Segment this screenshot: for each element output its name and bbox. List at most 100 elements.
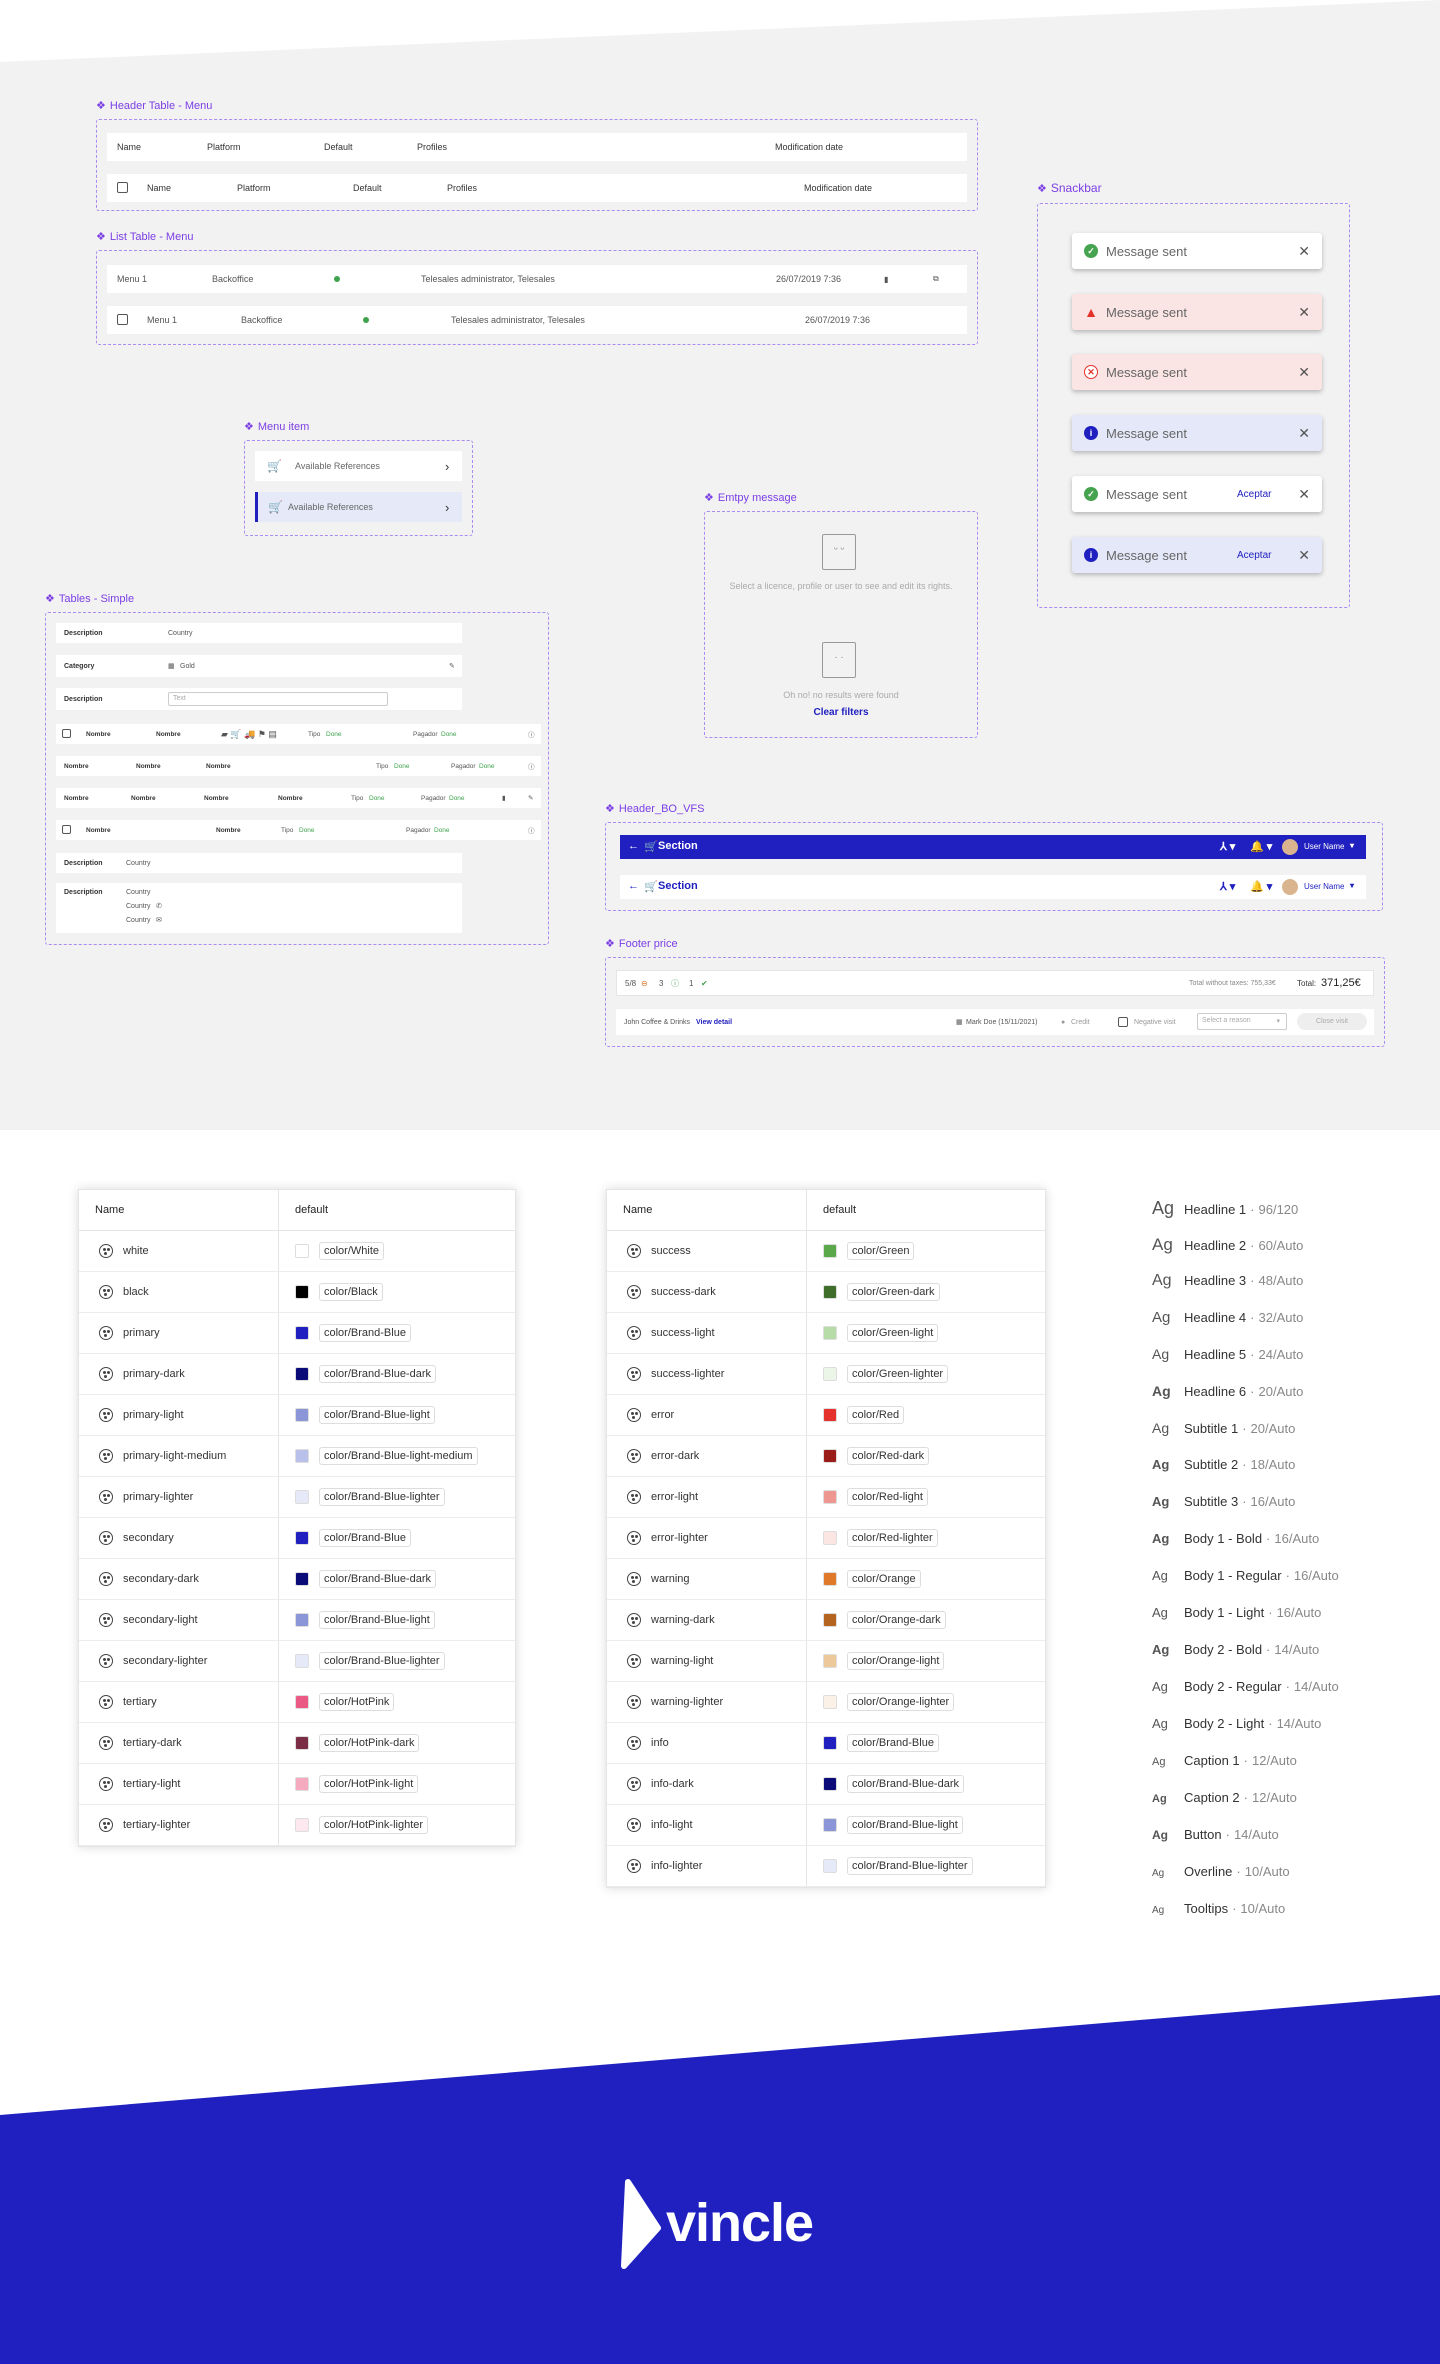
edit-icon[interactable]: ✎ bbox=[449, 662, 455, 670]
info-icon[interactable]: ⓘ bbox=[528, 761, 535, 771]
color-name-cell: tertiary-light bbox=[79, 1764, 279, 1804]
color-row: primary-lighter color/Brand-Blue-lighter bbox=[79, 1477, 515, 1518]
simple-row-icons[interactable]: Nombre Nombre ▰ 🛒 🚚 ⚑ ▤ Tipo Done Pagado… bbox=[56, 724, 541, 744]
chevron-down-icon[interactable]: ▾ bbox=[1350, 841, 1354, 850]
close-icon[interactable]: ✕ bbox=[1298, 304, 1310, 321]
color-swatch bbox=[823, 1777, 837, 1791]
accept-button[interactable]: Aceptar bbox=[1237, 489, 1271, 500]
color-token-cell: color/White bbox=[279, 1231, 385, 1271]
total-label: Total: bbox=[1297, 978, 1317, 988]
trash-icon[interactable]: ▮ bbox=[884, 275, 888, 284]
user-name[interactable]: User Name bbox=[1304, 842, 1344, 851]
trash-icon[interactable]: ▮ bbox=[502, 794, 506, 802]
simple-row-nombres[interactable]: Nombre Nombre Nombre Tipo Done Pagador D… bbox=[56, 756, 541, 776]
calendar-icon: ▦ bbox=[956, 1019, 963, 1026]
color-name-cell: white bbox=[79, 1231, 279, 1271]
orange-minus-icon: ⊖ bbox=[641, 978, 648, 988]
avatar[interactable] bbox=[1282, 839, 1298, 855]
separator: · bbox=[1242, 1421, 1247, 1436]
color-name-cell: info-dark bbox=[607, 1764, 807, 1804]
color-name: black bbox=[123, 1286, 149, 1298]
close-visit-button[interactable]: Close visit bbox=[1297, 1013, 1367, 1030]
branch-icon[interactable]: ⅄ ▾ bbox=[1220, 880, 1235, 893]
color-token-cell: color/Green bbox=[807, 1231, 915, 1271]
row-checkbox[interactable] bbox=[117, 314, 128, 325]
snackbar-info: i Message sent ✕ bbox=[1072, 415, 1322, 451]
color-swatch bbox=[295, 1695, 309, 1709]
view-detail-link[interactable]: View detail bbox=[696, 1019, 732, 1026]
reason-select[interactable]: Select a reason ▾ bbox=[1197, 1013, 1287, 1030]
reason-select-placeholder: Select a reason bbox=[1202, 1017, 1251, 1024]
close-icon[interactable]: ✕ bbox=[1298, 547, 1310, 564]
color-token: color/Orange bbox=[847, 1570, 921, 1588]
col-default: Default bbox=[353, 183, 382, 193]
col-pagador: Pagador bbox=[421, 794, 446, 802]
select-all-checkbox[interactable] bbox=[117, 182, 128, 193]
color-token: color/Green-dark bbox=[847, 1283, 940, 1301]
separator: · bbox=[1250, 1384, 1255, 1399]
color-name: primary-light-medium bbox=[123, 1450, 227, 1462]
row-name: Menu 1 bbox=[117, 274, 148, 284]
avatar[interactable] bbox=[1282, 879, 1298, 895]
bell-icon[interactable]: 🔔 ▾ bbox=[1250, 880, 1272, 893]
user-name[interactable]: User Name bbox=[1304, 882, 1344, 891]
close-icon[interactable]: ✕ bbox=[1298, 425, 1310, 442]
edit-icon[interactable]: ✎ bbox=[528, 794, 533, 802]
type-style-size: 10/Auto bbox=[1240, 1901, 1286, 1916]
color-name: primary-dark bbox=[123, 1368, 185, 1380]
simple-row-checkbox[interactable]: Nombre Nombre Tipo Done Pagador Done ⓘ bbox=[56, 820, 541, 840]
colors-table-header: Name default bbox=[607, 1190, 1045, 1231]
accept-button[interactable]: Aceptar bbox=[1237, 550, 1271, 561]
tables-simple-frame: Description Country Category ▦ Gold ✎ De… bbox=[45, 612, 549, 945]
color-name-cell: warning-lighter bbox=[607, 1682, 807, 1722]
color-swatch bbox=[823, 1859, 837, 1873]
palette-icon bbox=[99, 1613, 113, 1627]
info-icon[interactable]: ⓘ bbox=[528, 825, 535, 835]
list-table-row-checkbox[interactable]: Menu 1 Backoffice Telesales administrato… bbox=[107, 306, 967, 334]
footer-visit-row: John Coffee & Drinks View detail ▦ Mark … bbox=[616, 1009, 1374, 1035]
chevron-down-icon[interactable]: ▾ bbox=[1350, 881, 1354, 890]
empty-text-no-results: Oh no! no results were found bbox=[783, 690, 899, 700]
type-style-size: 16/Auto bbox=[1250, 1494, 1296, 1509]
close-icon[interactable]: ✕ bbox=[1298, 486, 1310, 503]
color-name-cell: warning-dark bbox=[607, 1600, 807, 1640]
type-style-row: Ag Caption 1 · 12/Auto bbox=[1152, 1753, 1297, 1768]
info-icon[interactable]: ⓘ bbox=[528, 729, 535, 739]
bell-icon[interactable]: 🔔 ▾ bbox=[1250, 840, 1272, 853]
simple-row-actions[interactable]: Nombre Nombre Nombre Nombre Tipo Done Pa… bbox=[56, 788, 541, 808]
close-icon[interactable]: ✕ bbox=[1298, 364, 1310, 381]
color-name-cell: success-light bbox=[607, 1313, 807, 1353]
separator: · bbox=[1236, 1864, 1241, 1879]
type-style-row: Ag Tooltips · 10/Auto bbox=[1152, 1901, 1285, 1916]
type-style-name: Body 1 - Light bbox=[1184, 1605, 1265, 1620]
branch-icon[interactable]: ⅄ ▾ bbox=[1220, 840, 1235, 853]
color-swatch bbox=[295, 1326, 309, 1340]
color-token: color/Brand-Blue-dark bbox=[319, 1365, 436, 1383]
copy-icon[interactable]: ⧉ bbox=[933, 274, 939, 284]
back-arrow-icon[interactable]: ← bbox=[628, 880, 639, 892]
col-name: Name bbox=[117, 142, 142, 152]
color-token-cell: color/Black bbox=[279, 1272, 383, 1312]
separator: · bbox=[1268, 1716, 1273, 1731]
color-swatch bbox=[295, 1736, 309, 1750]
menu-item-selected[interactable]: 🛒 Available References › bbox=[255, 492, 462, 522]
type-style-size: 14/Auto bbox=[1233, 1827, 1279, 1842]
type-style-row: Ag Body 2 - Bold · 14/Auto bbox=[1152, 1642, 1319, 1657]
clear-filters-link[interactable]: Clear filters bbox=[725, 707, 957, 718]
menu-item-default[interactable]: 🛒 Available References › bbox=[255, 451, 462, 481]
type-style-row: Ag Body 1 - Light · 16/Auto bbox=[1152, 1605, 1321, 1620]
type-sample: Ag bbox=[1152, 1235, 1173, 1254]
negative-visit-checkbox[interactable] bbox=[1118, 1017, 1128, 1027]
back-arrow-icon[interactable]: ← bbox=[628, 840, 639, 852]
row-checkbox[interactable] bbox=[62, 825, 71, 834]
list-table-row[interactable]: Menu 1 Backoffice Telesales administrato… bbox=[107, 265, 967, 293]
status-done: Done bbox=[326, 730, 342, 738]
row-checkbox[interactable] bbox=[62, 729, 71, 738]
color-swatch bbox=[823, 1367, 837, 1381]
type-style-size: 10/Auto bbox=[1244, 1864, 1290, 1879]
type-sample: Ag bbox=[1152, 1383, 1171, 1399]
type-sample: Ag bbox=[1152, 1716, 1168, 1731]
close-icon[interactable]: ✕ bbox=[1298, 243, 1310, 260]
color-swatch bbox=[823, 1285, 837, 1299]
text-input[interactable]: Text bbox=[168, 692, 388, 706]
